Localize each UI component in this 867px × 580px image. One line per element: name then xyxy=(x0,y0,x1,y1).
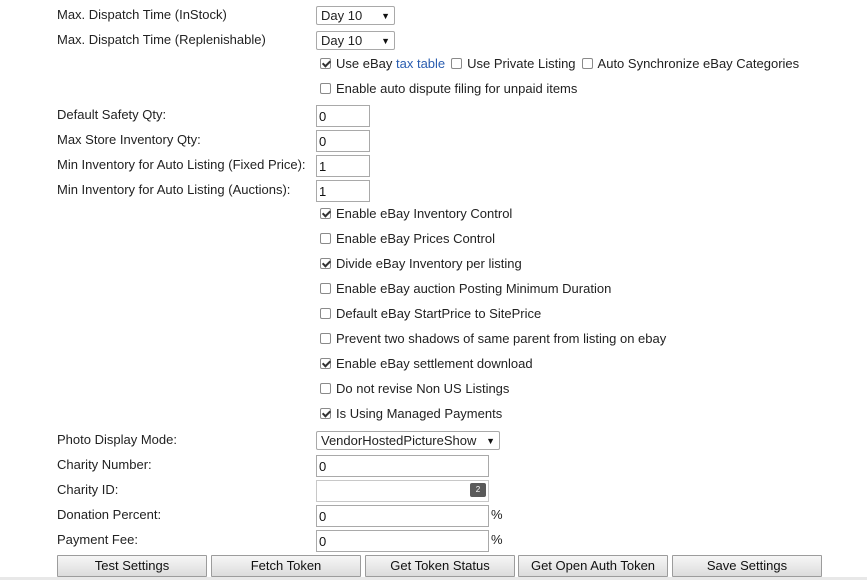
charity-number-input[interactable] xyxy=(316,455,489,477)
min-inv-auctions-input[interactable] xyxy=(316,180,370,202)
get-token-status-button[interactable]: Get Token Status xyxy=(365,555,515,577)
max-store-inventory-input[interactable] xyxy=(316,130,370,152)
checkbox-label: Prevent two shadows of same parent from … xyxy=(336,331,667,346)
startprice-siteprice-checkbox[interactable] xyxy=(320,308,331,319)
default-safety-qty-input[interactable] xyxy=(316,105,370,127)
chevron-down-icon: ▼ xyxy=(381,10,390,21)
label-max-store-inventory: Max Store Inventory Qty: xyxy=(57,132,201,147)
row-checkbox-4: Default eBay StartPrice to SitePrice xyxy=(0,303,867,328)
label-default-safety-qty: Default Safety Qty: xyxy=(57,107,167,122)
keyboard-badge: 2 xyxy=(475,485,481,494)
checkbox-label: Do not revise Non US Listings xyxy=(336,381,510,396)
row-checkbox-1: Enable eBay Prices Control xyxy=(0,228,867,253)
fetch-token-button[interactable]: Fetch Token xyxy=(211,555,361,577)
row-min-inv-auctions: Min Inventory for Auto Listing (Auctions… xyxy=(0,178,867,203)
managed-payments-checkbox[interactable] xyxy=(320,408,331,419)
private-listing-label: Use Private Listing xyxy=(467,56,576,71)
use-ebay-tax-checkbox[interactable] xyxy=(320,58,331,69)
label-payment-fee: Payment Fee: xyxy=(57,532,138,547)
payment-fee-unit: % xyxy=(491,532,503,548)
label-min-inv-fixed: Min Inventory for Auto Listing (Fixed Pr… xyxy=(57,157,306,172)
tax-table-link[interactable]: tax table xyxy=(396,56,445,71)
save-settings-button[interactable]: Save Settings xyxy=(672,555,822,577)
photo-display-mode-select[interactable]: VendorHostedPictureShow ▼ xyxy=(316,431,500,450)
row-default-safety-qty: Default Safety Qty: xyxy=(0,103,867,128)
keyboard-icon[interactable]: 2 xyxy=(470,483,486,497)
row-ebay-options: Use eBay tax table Use Private Listing A… xyxy=(0,53,867,78)
private-listing-checkbox[interactable] xyxy=(451,58,463,69)
dispatch-instock-select[interactable]: Day 10 ▼ xyxy=(316,6,395,25)
row-checkbox-7: Do not revise Non US Listings xyxy=(0,378,867,403)
label-dispatch-replenishable: Max. Dispatch Time (Replenishable) xyxy=(57,32,266,47)
row-checkbox-2: Divide eBay Inventory per listing xyxy=(0,253,867,278)
checkbox-label: Default eBay StartPrice to SitePrice xyxy=(336,306,542,321)
get-open-auth-token-button[interactable]: Get Open Auth Token xyxy=(518,555,668,577)
row-checkbox-0: Enable eBay Inventory Control xyxy=(0,203,867,228)
auto-dispute-label: Enable auto dispute filing for unpaid it… xyxy=(336,81,578,96)
row-photo-display-mode: Photo Display Mode: VendorHostedPictureS… xyxy=(0,428,867,453)
row-charity-id: Charity ID: 2 xyxy=(0,478,867,503)
row-min-inv-fixed: Min Inventory for Auto Listing (Fixed Pr… xyxy=(0,153,867,178)
checkbox-label: Is Using Managed Payments xyxy=(336,406,503,421)
checkbox-label: Enable eBay auction Posting Minimum Dura… xyxy=(336,281,612,296)
checkbox-label: Enable eBay Prices Control xyxy=(336,231,495,246)
row-checkbox-5: Prevent two shadows of same parent from … xyxy=(0,328,867,353)
row-payment-fee: Payment Fee: % xyxy=(0,528,867,553)
label-donation-percent: Donation Percent: xyxy=(57,507,162,522)
divide-inventory-checkbox[interactable] xyxy=(320,258,331,269)
prices-control-checkbox[interactable] xyxy=(320,233,331,244)
charity-id-input[interactable] xyxy=(316,480,489,502)
label-charity-number: Charity Number: xyxy=(57,457,152,472)
row-dispatch-replenishable: Max. Dispatch Time (Replenishable) Day 1… xyxy=(0,28,867,53)
donation-percent-unit: % xyxy=(491,507,503,523)
row-checkbox-8: Is Using Managed Payments xyxy=(0,403,867,428)
row-dispatch-instock: Max. Dispatch Time (InStock) Day 10 ▼ xyxy=(0,3,867,28)
auto-sync-label: Auto Synchronize eBay Categories xyxy=(597,56,800,71)
photo-display-mode-value: VendorHostedPictureShow xyxy=(321,433,477,448)
donation-percent-input[interactable] xyxy=(316,505,489,527)
auto-dispute-checkbox[interactable] xyxy=(320,83,331,94)
dispatch-instock-value: Day 10 xyxy=(321,8,363,23)
non-us-listings-checkbox[interactable] xyxy=(320,383,331,394)
label-min-inv-auctions: Min Inventory for Auto Listing (Auctions… xyxy=(57,182,291,197)
test-settings-button[interactable]: Test Settings xyxy=(57,555,207,577)
settlement-download-checkbox[interactable] xyxy=(320,358,331,369)
label-photo-display-mode: Photo Display Mode: xyxy=(57,432,177,447)
checkbox-label: Divide eBay Inventory per listing xyxy=(336,256,522,271)
row-checkbox-6: Enable eBay settlement download xyxy=(0,353,867,378)
prevent-shadows-checkbox[interactable] xyxy=(320,333,331,344)
inventory-control-checkbox[interactable] xyxy=(320,208,331,219)
payment-fee-input[interactable] xyxy=(316,530,489,552)
row-auto-dispute: Enable auto dispute filing for unpaid it… xyxy=(0,78,867,103)
auction-min-duration-checkbox[interactable] xyxy=(320,283,331,294)
row-max-store-inventory: Max Store Inventory Qty: xyxy=(0,128,867,153)
dispatch-replenishable-select[interactable]: Day 10 ▼ xyxy=(316,31,395,50)
checkbox-label: Enable eBay settlement download xyxy=(336,356,533,371)
auto-sync-checkbox[interactable] xyxy=(581,58,593,69)
chevron-down-icon: ▼ xyxy=(381,35,390,46)
checkbox-label: Enable eBay Inventory Control xyxy=(336,206,513,221)
label-dispatch-instock: Max. Dispatch Time (InStock) xyxy=(57,7,227,22)
row-checkbox-3: Enable eBay auction Posting Minimum Dura… xyxy=(0,278,867,303)
dispatch-replenishable-value: Day 10 xyxy=(321,33,363,48)
chevron-down-icon: ▼ xyxy=(486,435,495,446)
min-inv-fixed-input[interactable] xyxy=(316,155,370,177)
use-ebay-label: Use eBay xyxy=(336,56,393,71)
row-donation-percent: Donation Percent: % xyxy=(0,503,867,528)
label-charity-id: Charity ID: xyxy=(57,482,119,497)
row-charity-number: Charity Number: xyxy=(0,453,867,478)
